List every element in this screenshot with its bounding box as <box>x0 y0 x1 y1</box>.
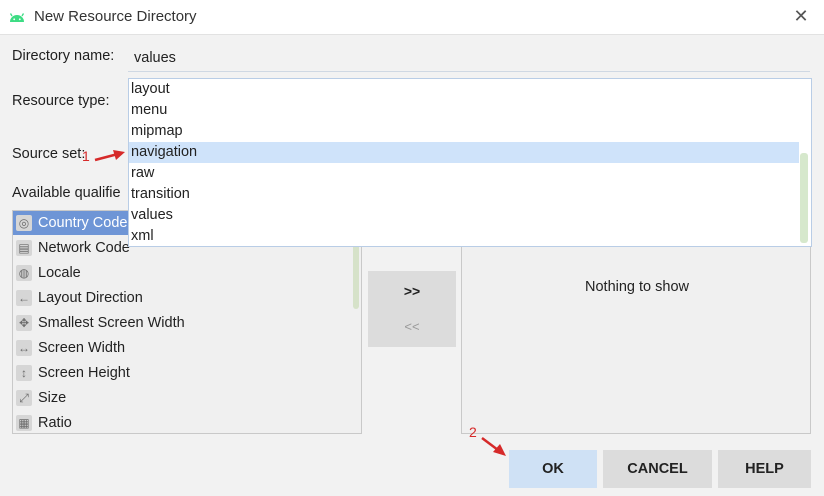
window-title: New Resource Directory <box>34 8 197 25</box>
qualifier-label: Locale <box>38 265 81 281</box>
android-icon <box>9 13 25 22</box>
move-icon: ✥ <box>16 315 32 331</box>
qualifier-item-layout-direction[interactable]: ← Layout Direction <box>13 286 351 310</box>
resource-type-option-layout[interactable]: layout <box>129 79 799 100</box>
qualifier-label: Smallest Screen Width <box>38 315 185 331</box>
annotation-arrow-2 <box>481 437 506 456</box>
directory-name-input[interactable] <box>128 44 810 72</box>
vertical-resize-icon: ↕ <box>16 365 32 381</box>
qualifier-item-screen-height[interactable]: ↕ Screen Height <box>13 361 351 385</box>
directory-name-label: Directory name: <box>12 48 115 64</box>
resource-type-label: Resource type: <box>12 93 110 109</box>
qualifier-item-size[interactable]: ⤢ Size <box>13 386 351 410</box>
transfer-panel: >> << <box>368 271 456 347</box>
qualifier-label: Ratio <box>38 415 72 431</box>
resource-type-option-xml[interactable]: xml <box>129 226 799 246</box>
annotation-marker-2: 2 <box>469 424 477 440</box>
qualifier-label: Network Code <box>38 240 130 256</box>
dropdown-scrollbar[interactable] <box>800 153 808 243</box>
add-qualifier-button[interactable]: >> <box>368 277 456 305</box>
ratio-icon: ▦ <box>16 415 32 431</box>
qualifier-label: Layout Direction <box>38 290 143 306</box>
diagonal-resize-icon: ⤢ <box>16 390 32 406</box>
arrow-left-icon: ← <box>16 290 32 306</box>
network-code-icon: ▤ <box>16 240 32 256</box>
remove-qualifier-button[interactable]: << <box>368 313 456 341</box>
resource-type-option-transition[interactable]: transition <box>129 184 799 205</box>
resource-type-dropdown-list[interactable]: layout menu mipmap navigation raw transi… <box>128 78 812 247</box>
resource-type-option-navigation[interactable]: navigation <box>129 142 799 163</box>
help-button[interactable]: HELP <box>718 450 811 488</box>
close-icon[interactable]: ✕ <box>790 5 812 27</box>
qualifier-item-screen-width[interactable]: ↔ Screen Width <box>13 336 351 360</box>
source-set-label: Source set: <box>12 146 86 162</box>
chosen-qualifiers-panel: Nothing to show <box>461 246 811 434</box>
annotation-marker-1: 1 <box>82 148 90 164</box>
empty-state-text: Nothing to show <box>585 279 689 295</box>
horizontal-resize-icon: ↔ <box>16 340 32 356</box>
title-bar: New Resource Directory ✕ <box>0 0 824 35</box>
resource-type-option-values[interactable]: values <box>129 205 799 226</box>
qualifier-item-smallest-screen-width[interactable]: ✥ Smallest Screen Width <box>13 311 351 335</box>
qualifier-label: Country Code <box>38 215 128 231</box>
resource-type-option-menu[interactable]: menu <box>129 100 799 121</box>
resource-type-option-mipmap[interactable]: mipmap <box>129 121 799 142</box>
ok-button[interactable]: OK <box>509 450 597 488</box>
cancel-button[interactable]: CANCEL <box>603 450 712 488</box>
globe-icon: ◍ <box>16 265 32 281</box>
qualifier-label: Screen Width <box>38 340 126 356</box>
resource-type-option-raw[interactable]: raw <box>129 163 799 184</box>
qualifier-label: Size <box>38 390 67 406</box>
qualifier-item-locale[interactable]: ◍ Locale <box>13 261 351 285</box>
qualifier-label: Screen Height <box>38 365 130 381</box>
qualifier-item-ratio[interactable]: ▦ Ratio <box>13 411 351 433</box>
annotation-arrow-1 <box>94 150 125 162</box>
available-qualifiers-label: Available qualifie <box>12 185 121 201</box>
country-code-icon: ◎ <box>16 215 32 231</box>
